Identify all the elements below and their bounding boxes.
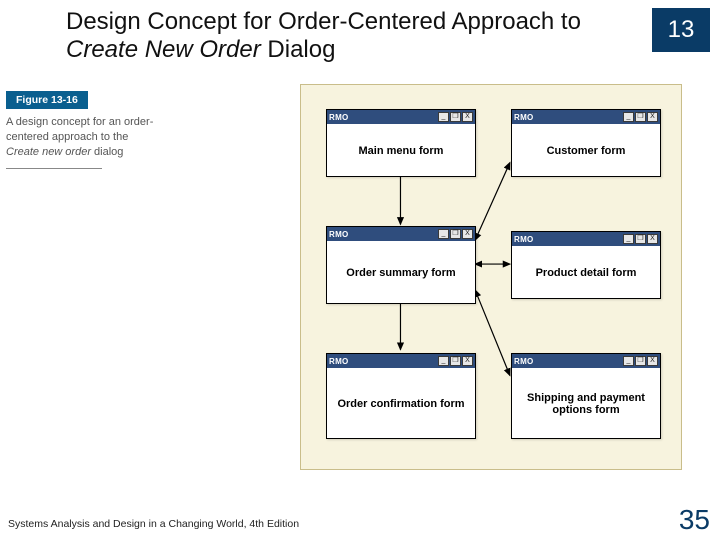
form-product-detail: RMO _ ❐ X Product detail form	[511, 231, 661, 299]
maximize-icon: ❐	[450, 229, 461, 239]
close-icon: X	[647, 112, 658, 122]
titlebar: RMO _ ❐ X	[512, 354, 660, 368]
minimize-icon: _	[438, 112, 449, 122]
window-controls: _ ❐ X	[623, 234, 658, 244]
minimize-icon: _	[623, 234, 634, 244]
figure-caption: A design concept for an order-centered a…	[6, 115, 192, 160]
form-order-confirmation: RMO _ ❐ X Order confirmation form	[326, 353, 476, 439]
page-number: 35	[679, 504, 710, 536]
chapter-badge: 13	[652, 8, 710, 52]
minimize-icon: _	[623, 112, 634, 122]
form-label: Customer form	[512, 124, 660, 178]
minimize-icon: _	[623, 356, 634, 366]
window-controls: _ ❐ X	[623, 356, 658, 366]
caption-emph: Create new order	[6, 146, 91, 158]
figure-rule	[6, 168, 102, 169]
footer-text: Systems Analysis and Design in a Changin…	[8, 518, 299, 530]
maximize-icon: ❐	[635, 234, 646, 244]
form-shipping-payment: RMO _ ❐ X Shipping and payment options f…	[511, 353, 661, 439]
diagram-panel: RMO _ ❐ X Main menu form RMO _ ❐ X Custo…	[300, 84, 682, 470]
window-controls: _ ❐ X	[623, 112, 658, 122]
maximize-icon: ❐	[450, 112, 461, 122]
titlebar-brand: RMO	[329, 230, 349, 239]
titlebar: RMO _ ❐ X	[327, 110, 475, 124]
form-label: Product detail form	[512, 246, 660, 300]
window-controls: _ ❐ X	[438, 112, 473, 122]
form-label: Order summary form	[327, 241, 475, 305]
titlebar-brand: RMO	[514, 357, 534, 366]
form-order-summary: RMO _ ❐ X Order summary form	[326, 226, 476, 304]
figure-caption-block: Figure 13-16 A design concept for an ord…	[6, 90, 192, 169]
titlebar-brand: RMO	[514, 235, 534, 244]
chapter-number: 13	[668, 16, 695, 44]
close-icon: X	[647, 356, 658, 366]
titlebar-brand: RMO	[329, 113, 349, 122]
minimize-icon: _	[438, 229, 449, 239]
figure-label: Figure 13-16	[6, 91, 88, 109]
close-icon: X	[647, 234, 658, 244]
maximize-icon: ❐	[450, 356, 461, 366]
form-label: Order confirmation form	[327, 368, 475, 440]
maximize-icon: ❐	[635, 112, 646, 122]
caption-part-a: A design concept for an order-centered a…	[6, 116, 153, 143]
slide-header: Design Concept for Order-Centered Approa…	[0, 0, 720, 67]
close-icon: X	[462, 229, 473, 239]
form-main-menu: RMO _ ❐ X Main menu form	[326, 109, 476, 177]
close-icon: X	[462, 356, 473, 366]
title-emph: Create New Order	[66, 36, 261, 63]
minimize-icon: _	[438, 356, 449, 366]
titlebar-brand: RMO	[514, 113, 534, 122]
close-icon: X	[462, 112, 473, 122]
slide-title: Design Concept for Order-Centered Approa…	[66, 8, 626, 63]
form-customer: RMO _ ❐ X Customer form	[511, 109, 661, 177]
title-part-b: Dialog	[261, 36, 336, 63]
form-label: Main menu form	[327, 124, 475, 178]
titlebar: RMO _ ❐ X	[512, 110, 660, 124]
window-controls: _ ❐ X	[438, 229, 473, 239]
titlebar: RMO _ ❐ X	[512, 232, 660, 246]
maximize-icon: ❐	[635, 356, 646, 366]
titlebar-brand: RMO	[329, 357, 349, 366]
window-controls: _ ❐ X	[438, 356, 473, 366]
caption-part-b: dialog	[91, 146, 123, 158]
title-part-a: Design Concept for Order-Centered Approa…	[66, 8, 581, 35]
titlebar: RMO _ ❐ X	[327, 227, 475, 241]
titlebar: RMO _ ❐ X	[327, 354, 475, 368]
form-label: Shipping and payment options form	[512, 368, 660, 440]
